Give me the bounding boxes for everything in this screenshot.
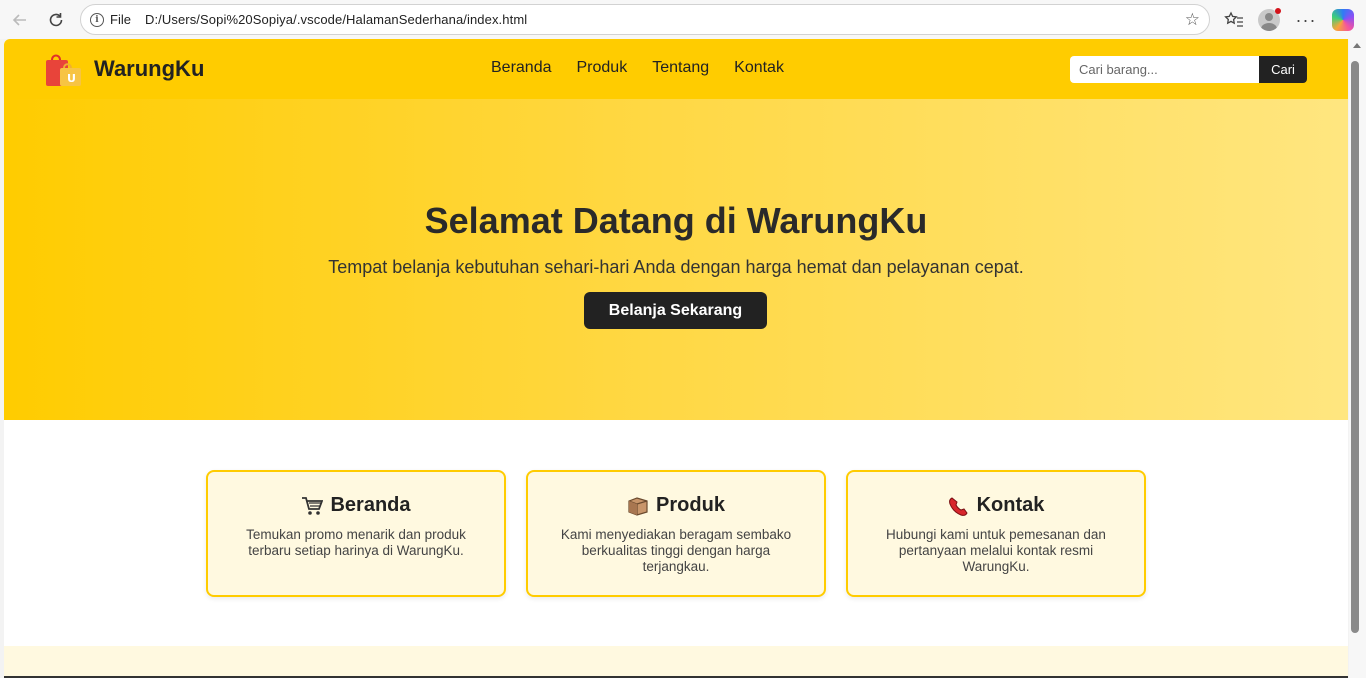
svg-text:U: U — [67, 72, 76, 85]
feature-card-produk: Produk Kami menyediakan beragam sembako … — [526, 470, 826, 597]
feature-text: Kami menyediakan beragam sembako berkual… — [560, 527, 792, 574]
feature-title: Beranda — [330, 494, 411, 516]
nav-link-beranda[interactable]: Beranda — [491, 59, 552, 77]
nav-link-kontak[interactable]: Kontak — [734, 59, 784, 77]
address-bar[interactable]: i File D:/Users/Sopi%20Sopiya/.vscode/Ha… — [80, 4, 1210, 35]
search-button[interactable]: Cari — [1259, 56, 1307, 83]
url-text[interactable]: D:/Users/Sopi%20Sopiya/.vscode/HalamanSe… — [145, 12, 527, 27]
main-nav: Beranda Produk Tentang Kontak — [491, 59, 784, 77]
reload-button[interactable] — [43, 7, 69, 33]
notification-dot — [1275, 8, 1281, 14]
feature-text: Temukan promo menarik dan produk terbaru… — [246, 527, 466, 558]
shopping-bag-logo-icon: U — [46, 54, 81, 86]
next-section-strip — [4, 646, 1348, 678]
feature-text: Hubungi kami untuk pemesanan dan pertany… — [886, 527, 1106, 574]
feature-title: Kontak — [976, 494, 1045, 516]
reload-icon — [49, 13, 63, 27]
telephone-icon — [948, 496, 968, 516]
browser-toolbar: i File D:/Users/Sopi%20Sopiya/.vscode/Ha… — [0, 0, 1366, 39]
nav-link-tentang[interactable]: Tentang — [652, 59, 709, 77]
package-box-icon — [628, 496, 648, 516]
features-section: Beranda Temukan promo menarik dan produk… — [4, 420, 1348, 646]
feature-card-kontak: Kontak Hubungi kami untuk pemesanan dan … — [846, 470, 1146, 597]
shop-now-button[interactable]: Belanja Sekarang — [584, 292, 767, 329]
file-label: File — [110, 12, 131, 27]
copilot-icon[interactable] — [1331, 8, 1355, 32]
nav-link-produk[interactable]: Produk — [577, 59, 628, 77]
arrow-left-icon — [12, 14, 26, 26]
favorites-icon[interactable] — [1222, 8, 1246, 32]
feature-card-beranda: Beranda Temukan promo menarik dan produk… — [206, 470, 506, 597]
hero-section: Selamat Datang di WarungKu Tempat belanj… — [4, 99, 1348, 420]
scroll-up-arrow-icon[interactable] — [1353, 43, 1361, 48]
info-icon[interactable]: i — [90, 12, 104, 27]
more-menu-icon[interactable]: ··· — [1294, 8, 1318, 32]
page-viewport: U WarungKu Beranda Produk Tentang Kontak… — [4, 39, 1348, 678]
hero-title: Selamat Datang di WarungKu — [424, 200, 928, 241]
scroll-thumb[interactable] — [1351, 61, 1359, 633]
site-header: U WarungKu Beranda Produk Tentang Kontak… — [4, 39, 1348, 99]
brand-name[interactable]: WarungKu — [94, 56, 204, 82]
hero-subtitle: Tempat belanja kebutuhan sehari-hari And… — [328, 257, 1024, 277]
vertical-scrollbar[interactable] — [1349, 39, 1366, 678]
profile-avatar[interactable] — [1257, 8, 1281, 32]
shopping-cart-icon — [302, 496, 324, 515]
feature-title: Produk — [656, 494, 725, 516]
search-input[interactable] — [1070, 56, 1259, 83]
back-button[interactable] — [7, 7, 33, 33]
star-icon[interactable]: ☆ — [1185, 10, 1200, 30]
